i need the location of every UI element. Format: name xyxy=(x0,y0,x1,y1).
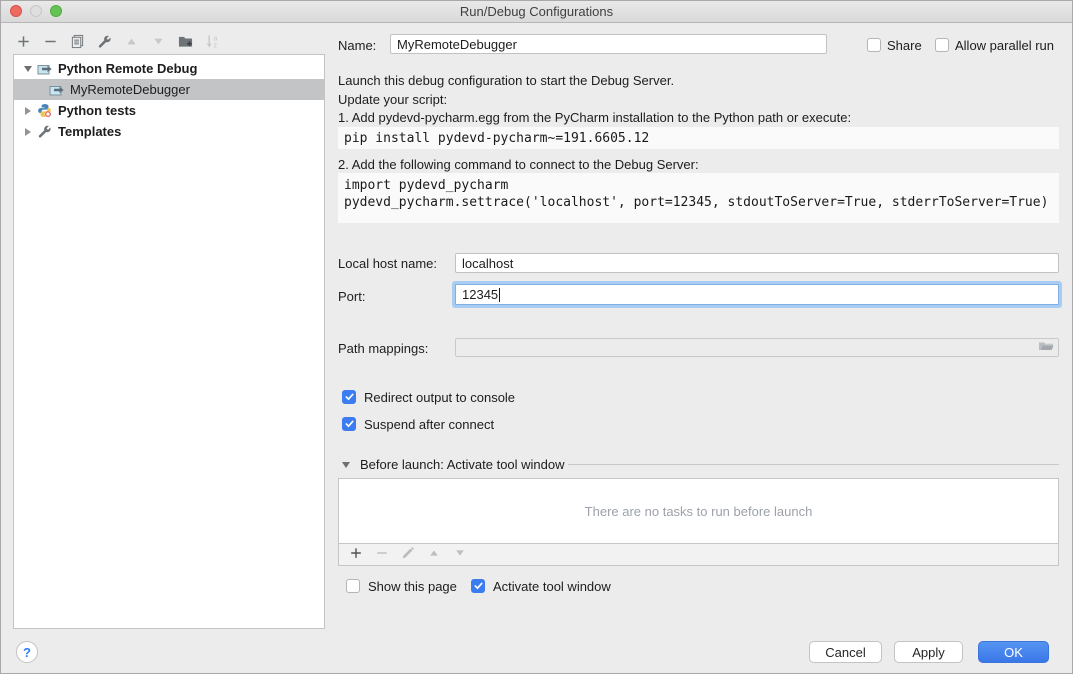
remove-task-button xyxy=(373,546,390,563)
svg-text:a: a xyxy=(213,36,217,43)
text-caret xyxy=(499,288,500,302)
suspend-after-connect-label: Suspend after connect xyxy=(364,417,494,432)
titlebar[interactable]: Run/Debug Configurations xyxy=(1,1,1072,23)
pip-install-code-block: pip install pydevd-pycharm~=191.6605.12 xyxy=(338,127,1059,149)
collapse-icon[interactable] xyxy=(24,66,32,72)
add-task-button[interactable] xyxy=(347,546,364,563)
intro-text: Launch this debug configuration to start… xyxy=(338,73,674,88)
edit-task-button xyxy=(399,546,416,563)
show-this-page-checkbox[interactable] xyxy=(346,579,360,593)
close-button[interactable] xyxy=(10,5,22,17)
add-icon xyxy=(16,34,31,52)
fullscreen-button[interactable] xyxy=(50,5,62,17)
move-up-icon xyxy=(428,547,440,562)
move-task-down-button xyxy=(451,546,468,563)
copy-icon xyxy=(70,34,85,52)
config-tree: Python Remote Debug MyRemoteDebugger Pyt… xyxy=(13,54,325,629)
minimize-button xyxy=(30,5,42,17)
tree-item-label: Templates xyxy=(58,124,121,139)
before-launch-task-list[interactable]: There are no tasks to run before launch xyxy=(338,478,1059,544)
redirect-output-checkbox[interactable] xyxy=(342,390,356,404)
remove-icon xyxy=(43,34,58,52)
remove-icon xyxy=(375,546,389,563)
local-host-input[interactable] xyxy=(455,253,1059,273)
path-mappings-label: Path mappings: xyxy=(338,341,428,356)
remote-debug-config-icon xyxy=(48,83,65,97)
tree-item-python-tests[interactable]: Python tests xyxy=(14,100,324,121)
new-folder-button[interactable] xyxy=(177,35,194,52)
apply-button[interactable]: Apply xyxy=(894,641,963,663)
move-down-icon xyxy=(454,547,466,562)
suspend-after-connect-checkbox[interactable] xyxy=(342,417,356,431)
port-label: Port: xyxy=(338,289,365,304)
sort-configurations-button: az xyxy=(204,35,221,52)
expand-icon[interactable] xyxy=(25,107,31,115)
add-config-button[interactable] xyxy=(15,35,32,52)
name-input[interactable] xyxy=(390,34,827,54)
share-checkbox[interactable] xyxy=(867,38,881,52)
wrench-icon xyxy=(97,34,112,52)
update-script-text: Update your script: xyxy=(338,92,447,107)
expand-icon[interactable] xyxy=(25,128,31,136)
check-icon xyxy=(344,390,355,405)
move-task-up-button xyxy=(425,546,442,563)
cancel-button[interactable]: Cancel xyxy=(809,641,882,663)
move-up-button xyxy=(123,35,140,52)
move-down-button xyxy=(150,35,167,52)
edit-pencil-icon xyxy=(401,546,415,563)
open-folder-icon xyxy=(1038,339,1054,356)
sort-alphabetically-icon: az xyxy=(205,34,220,52)
move-up-icon xyxy=(125,35,138,51)
browse-path-mappings-button[interactable] xyxy=(1038,339,1054,356)
port-value: 12345 xyxy=(462,287,498,302)
run-debug-configurations-dialog: Run/Debug Configurations az xyxy=(0,0,1073,674)
remote-debug-config-icon xyxy=(36,62,53,76)
local-host-label: Local host name: xyxy=(338,256,437,271)
before-launch-title: Before launch: Activate tool window xyxy=(360,457,565,472)
traffic-lights xyxy=(10,5,62,17)
show-this-page-label: Show this page xyxy=(368,579,457,594)
wrench-icon xyxy=(36,124,53,139)
check-icon xyxy=(473,579,484,594)
add-icon xyxy=(349,546,363,563)
tree-item-label: Python Remote Debug xyxy=(58,61,197,76)
tree-item-templates[interactable]: Templates xyxy=(14,121,324,142)
help-button[interactable]: ? xyxy=(16,641,38,663)
allow-parallel-run-label: Allow parallel run xyxy=(955,38,1054,53)
port-input[interactable]: 12345 xyxy=(455,284,1059,305)
share-label: Share xyxy=(887,38,922,53)
step2-text: 2. Add the following command to connect … xyxy=(338,157,699,172)
remove-config-button[interactable] xyxy=(42,35,59,52)
before-launch-toolbar xyxy=(338,544,1059,566)
tree-item-label: MyRemoteDebugger xyxy=(70,82,190,97)
ok-button[interactable]: OK xyxy=(978,641,1049,663)
tree-toolbar: az xyxy=(15,34,221,52)
tree-item-python-remote-debug[interactable]: Python Remote Debug xyxy=(14,58,324,79)
settrace-code-block: import pydevd_pycharm pydevd_pycharm.set… xyxy=(338,173,1059,223)
svg-text:z: z xyxy=(213,43,217,49)
copy-config-button[interactable] xyxy=(69,35,86,52)
name-label: Name: xyxy=(338,38,376,53)
path-mappings-input[interactable] xyxy=(455,338,1059,357)
collapse-icon[interactable] xyxy=(342,462,350,468)
window-title: Run/Debug Configurations xyxy=(1,1,1072,22)
python-icon xyxy=(36,103,53,118)
activate-tool-window-label: Activate tool window xyxy=(493,579,611,594)
new-folder-icon xyxy=(178,34,193,52)
allow-parallel-run-checkbox[interactable] xyxy=(935,38,949,52)
tree-item-myremotedebugger[interactable]: MyRemoteDebugger xyxy=(14,79,324,100)
section-divider xyxy=(568,464,1059,465)
activate-tool-window-checkbox[interactable] xyxy=(471,579,485,593)
redirect-output-label: Redirect output to console xyxy=(364,390,515,405)
empty-task-message: There are no tasks to run before launch xyxy=(585,504,813,519)
move-down-icon xyxy=(152,35,165,51)
check-icon xyxy=(344,417,355,432)
step1-text: 1. Add pydevd-pycharm.egg from the PyCha… xyxy=(338,110,851,125)
tree-item-label: Python tests xyxy=(58,103,136,118)
edit-defaults-button[interactable] xyxy=(96,35,113,52)
